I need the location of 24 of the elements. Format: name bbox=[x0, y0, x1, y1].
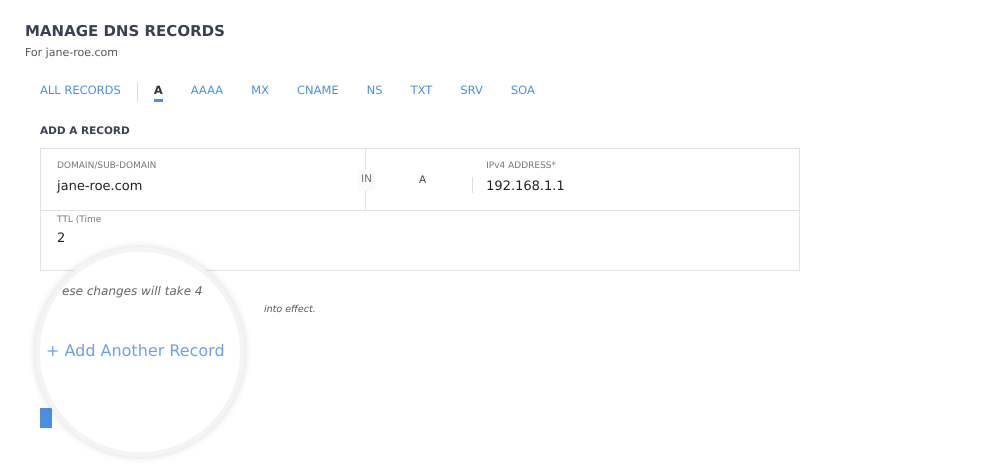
page-title: MANAGE DNS RECORDS bbox=[25, 22, 226, 40]
field-label: TTL (Time bbox=[57, 216, 102, 224]
add-record-link[interactable]: + Add Another Record bbox=[46, 339, 225, 363]
class-label: IN bbox=[358, 170, 375, 190]
field-label: IPv4 ADDRESS* bbox=[486, 160, 558, 172]
type-label: A bbox=[418, 172, 426, 188]
note-text: into effect. bbox=[264, 303, 316, 317]
record-type-tab[interactable]: SOA bbox=[510, 82, 535, 102]
ttl-field[interactable]: 2 bbox=[57, 232, 66, 246]
record-type-tab[interactable]: TXT bbox=[410, 82, 432, 102]
record-type-tab[interactable]: MX bbox=[251, 82, 269, 102]
field-label: DOMAIN/SUB-DOMAIN bbox=[57, 160, 158, 172]
domain-field[interactable]: jane-roe.com bbox=[57, 177, 142, 196]
record-type-tab[interactable]: A bbox=[154, 82, 163, 102]
button-corner[interactable] bbox=[40, 408, 52, 428]
record-type-tab[interactable]: AAAA bbox=[190, 82, 224, 102]
section-heading: ADD A RECORD bbox=[40, 124, 131, 139]
magnified-note-text: ese changes will take 4 bbox=[62, 283, 203, 300]
record-type-tab[interactable]: CNAME bbox=[296, 82, 339, 102]
address-field[interactable]: 192.168.1.1 bbox=[486, 177, 565, 196]
record-type-tab[interactable]: ALL RECORDS bbox=[40, 82, 121, 102]
page-subtitle: For jane-roe.com bbox=[25, 45, 119, 61]
record-type-tab[interactable]: NS bbox=[366, 82, 383, 102]
record-type-tab[interactable]: SRV bbox=[460, 82, 483, 102]
